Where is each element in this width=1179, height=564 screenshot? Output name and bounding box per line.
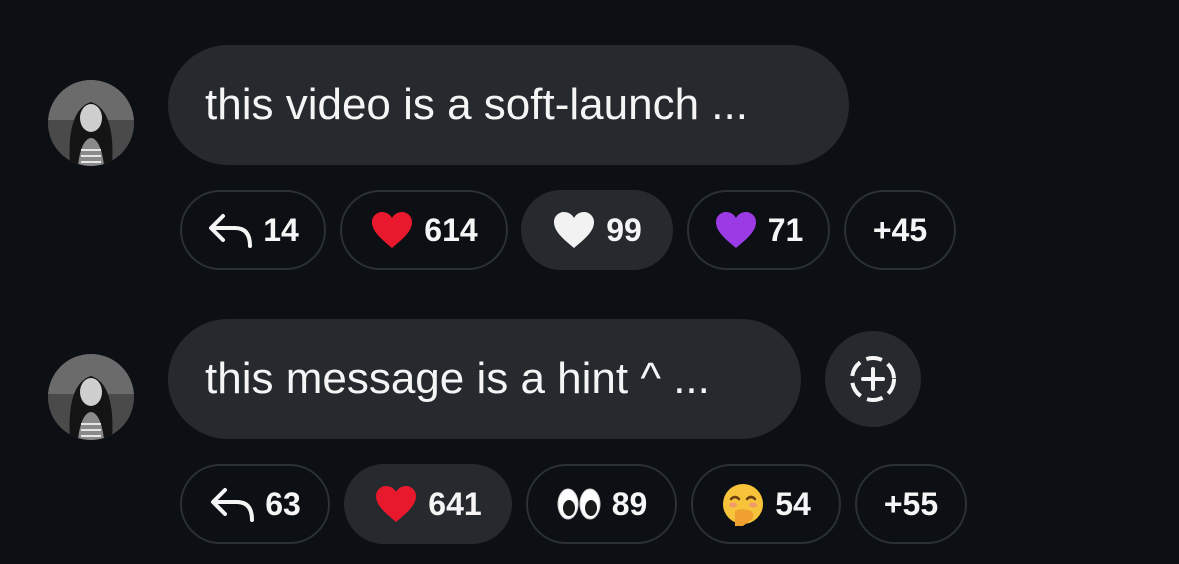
reaction-count: 71 (767, 211, 804, 248)
reaction-pill[interactable]: 54 (691, 464, 841, 544)
purple-heart-icon (715, 212, 756, 248)
message-text: this video is a soft-launch ... (205, 80, 748, 129)
red-heart-icon (372, 212, 413, 248)
add-reaction-button[interactable] (825, 331, 921, 427)
eyes-icon (557, 488, 601, 520)
reaction-pill[interactable]: 99 (521, 190, 673, 270)
reaction-pill[interactable]: 89 (526, 464, 677, 544)
reaction-count: 89 (611, 485, 648, 522)
reaction-count: 614 (424, 211, 478, 248)
dashed-circle-plus-icon (850, 356, 896, 402)
reply-count: 14 (263, 211, 299, 248)
reply-arrow-icon (211, 488, 255, 522)
message-text: this message is a hint ^ ... (205, 354, 710, 403)
more-reactions-button[interactable]: +55 (855, 464, 967, 544)
reaction-count: 641 (428, 485, 482, 522)
red-heart-icon (376, 486, 417, 522)
reaction-pill[interactable]: 71 (687, 190, 830, 270)
reply-count: 63 (265, 485, 301, 522)
reply-arrow-icon (209, 214, 253, 248)
more-reactions-count: +45 (872, 211, 928, 248)
more-reactions-count: +55 (883, 485, 939, 522)
white-heart-icon (554, 212, 595, 248)
reaction-pill[interactable]: 641 (344, 464, 512, 544)
reply-count-button[interactable]: 14 (180, 190, 326, 270)
reply-count-button[interactable]: 63 (180, 464, 330, 544)
message-bubble[interactable]: this message is a hint ^ ... (168, 319, 801, 439)
reaction-count: 99 (606, 211, 642, 248)
message-bubble[interactable]: this video is a soft-launch ... (168, 45, 849, 165)
avatar[interactable] (48, 80, 134, 166)
avatar[interactable] (48, 354, 134, 440)
reaction-count: 54 (775, 485, 811, 522)
more-reactions-button[interactable]: +45 (844, 190, 956, 270)
reaction-pill[interactable]: 614 (340, 190, 508, 270)
face-with-hand-over-mouth-icon (723, 484, 764, 526)
